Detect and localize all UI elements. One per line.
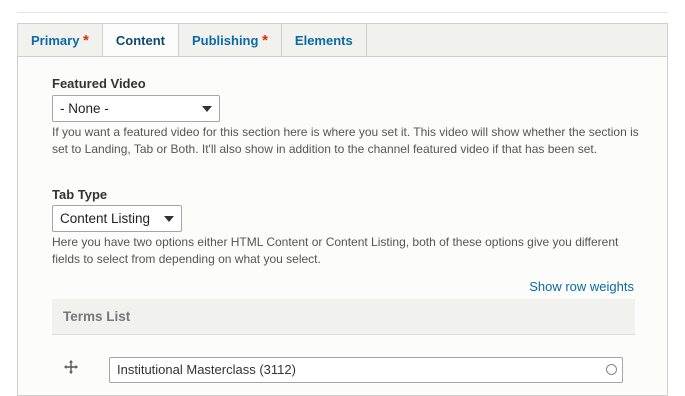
autocomplete-icon bbox=[606, 364, 617, 375]
tab-type-description: Here you have two options either HTML Co… bbox=[52, 235, 619, 266]
tab-content[interactable]: Content bbox=[102, 24, 179, 58]
featured-video-description: If you want a featured video for this se… bbox=[52, 125, 639, 156]
terms-list-header: Terms List bbox=[52, 299, 635, 335]
tab-label: Content bbox=[115, 33, 165, 48]
tab-primary[interactable]: Primary * bbox=[18, 24, 103, 57]
required-asterisk: * bbox=[83, 32, 89, 49]
tab-publishing[interactable]: Publishing * bbox=[179, 24, 282, 57]
term-autocomplete-input[interactable]: Institutional Masterclass (3112) bbox=[109, 357, 623, 383]
top-divider bbox=[17, 12, 668, 13]
show-row-weights-link[interactable]: Show row weights bbox=[529, 279, 634, 294]
featured-video-select[interactable]: - None - bbox=[52, 95, 220, 122]
tab-type-value: Content Listing bbox=[60, 211, 151, 226]
term-value: Institutional Masterclass (3112) bbox=[117, 362, 296, 377]
tab-type-select[interactable]: Content Listing bbox=[52, 205, 182, 232]
featured-video-value: - None - bbox=[60, 101, 109, 116]
tab-type-label: Tab Type bbox=[52, 187, 108, 202]
required-asterisk: * bbox=[262, 32, 268, 49]
chevron-down-icon bbox=[202, 106, 212, 112]
vertical-tabs-bar: Primary * Content Publishing * Elements bbox=[17, 23, 668, 58]
tab-elements[interactable]: Elements bbox=[282, 24, 367, 57]
content-panel: Featured Video - None - If you want a fe… bbox=[17, 56, 668, 396]
tab-label: Publishing bbox=[192, 33, 259, 48]
tab-label: Primary bbox=[31, 33, 80, 48]
chevron-down-icon bbox=[164, 216, 174, 222]
featured-video-label: Featured Video bbox=[52, 76, 146, 91]
tab-label: Elements bbox=[294, 33, 353, 48]
drag-handle-icon[interactable] bbox=[64, 360, 78, 374]
